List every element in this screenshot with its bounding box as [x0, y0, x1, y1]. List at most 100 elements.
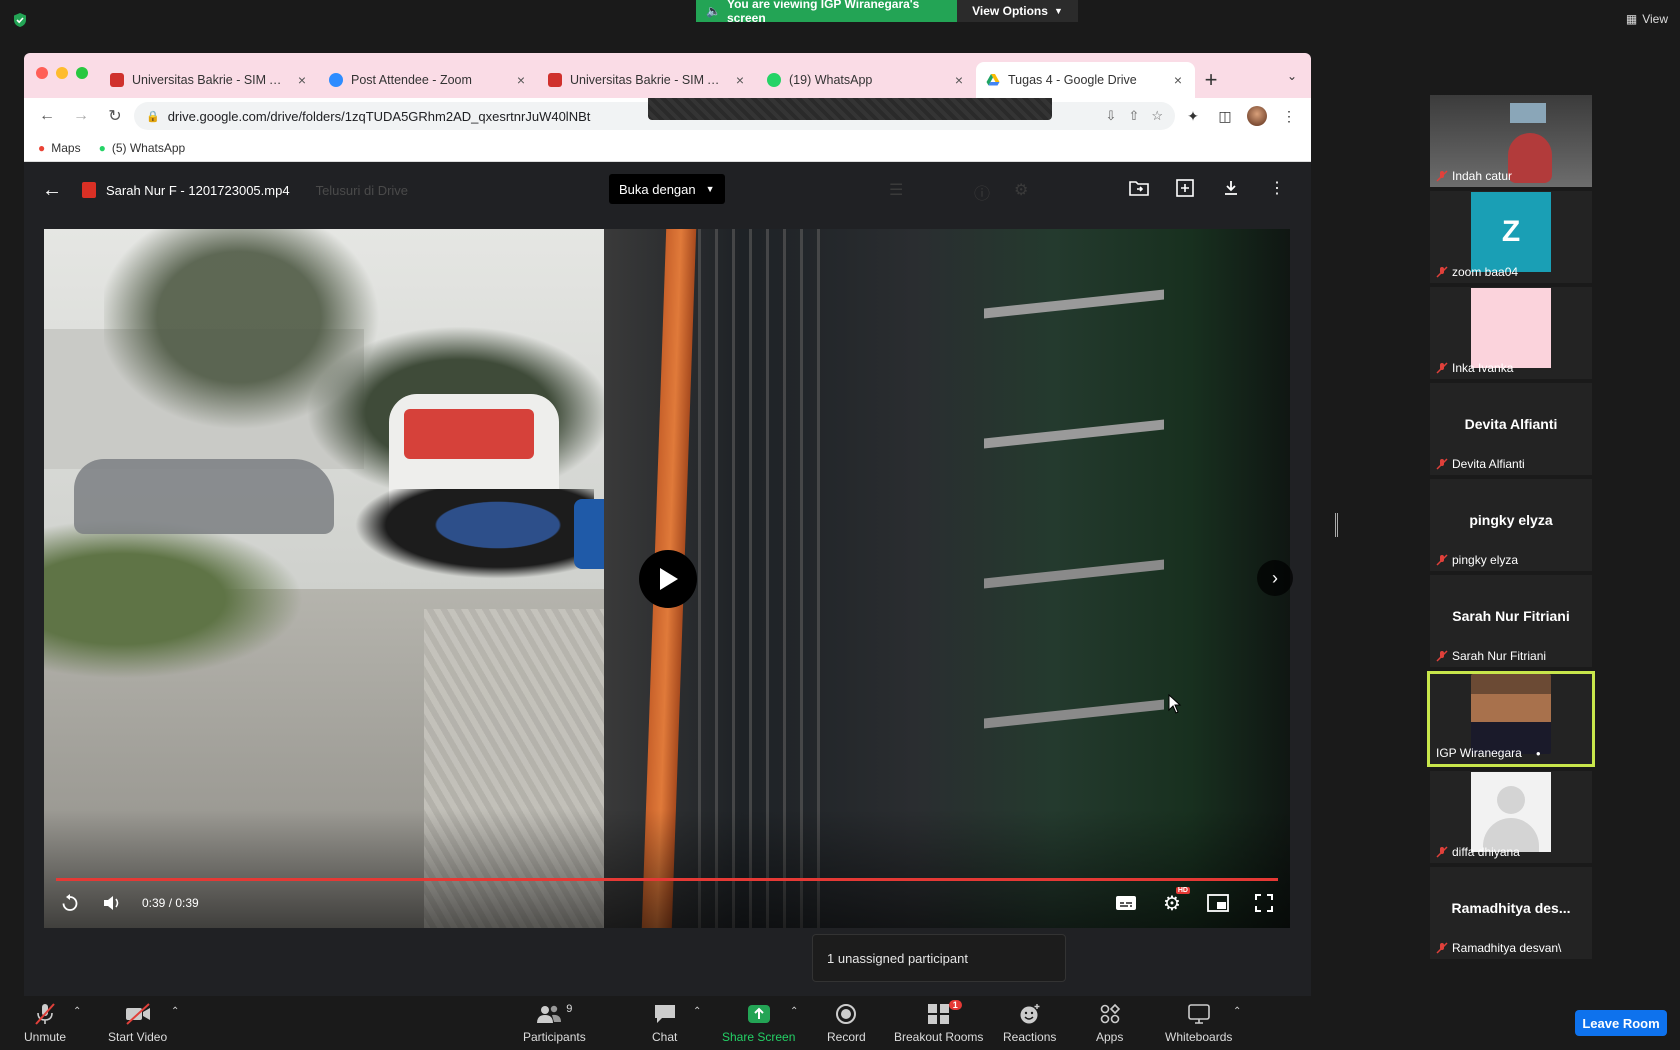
close-tab-icon[interactable]: ×	[295, 72, 309, 88]
browser-tab-active[interactable]: Tugas 4 - Google Drive ×	[976, 62, 1195, 98]
share-screen-button[interactable]: Share Screen	[722, 1002, 795, 1044]
participant-tile[interactable]: Indah catur	[1430, 95, 1592, 187]
leave-room-button[interactable]: Leave Room	[1575, 1010, 1667, 1036]
avatar-letter: Z	[1501, 215, 1521, 248]
panel-resize-handle[interactable]	[1335, 513, 1338, 537]
breakout-rooms-button[interactable]: 1 Breakout Rooms	[894, 1000, 983, 1044]
tab-strip: Universitas Bakrie - SIM Akad × Post Att…	[24, 53, 1311, 98]
speaker-icon: 🔈	[706, 4, 721, 18]
new-tab-button[interactable]: +	[1195, 62, 1227, 98]
participant-name: Inka Ivanka	[1436, 361, 1513, 375]
tab-label: Universitas Bakrie - SIM Akad	[570, 73, 725, 87]
chat-button[interactable]: Chat	[652, 1002, 677, 1044]
participant-tile-active-speaker[interactable]: IGP Wiranegara ●	[1427, 671, 1595, 767]
reactions-button[interactable]: Reactions	[1003, 1002, 1056, 1044]
participant-tile[interactable]: Ramadhitya des... Ramadhitya desvan\	[1430, 867, 1592, 959]
window-controls	[36, 67, 88, 79]
unmute-button[interactable]: Unmute	[24, 1002, 66, 1044]
side-panel-icon[interactable]: ◫	[1211, 102, 1239, 130]
whiteboards-options-caret-icon[interactable]: ⌃	[1233, 1006, 1241, 1017]
screen-share-banner: 🔈 You are viewing IGP Wiranegara's scree…	[696, 0, 1078, 25]
browser-tab[interactable]: (19) WhatsApp ×	[757, 62, 976, 98]
search-drive-ghost: Telusuri di Drive	[315, 182, 409, 198]
add-shortcut-icon[interactable]	[1173, 176, 1197, 200]
volume-icon[interactable]	[100, 891, 124, 915]
menu-kebab-icon[interactable]: ⋮	[1275, 102, 1303, 130]
video-progress-bar[interactable]	[56, 878, 1278, 881]
share-options-caret-icon[interactable]: ⌃	[790, 1006, 798, 1017]
view-button[interactable]: ▦ View	[1626, 12, 1668, 26]
viewing-indicator: 🔈 You are viewing IGP Wiranegara's scree…	[696, 0, 957, 25]
whiteboards-button[interactable]: Whiteboards	[1165, 1002, 1232, 1044]
video-progress-fill	[56, 878, 1278, 881]
close-window-button[interactable]	[36, 67, 48, 79]
mic-muted-icon	[1436, 650, 1448, 662]
participant-photo	[1471, 674, 1551, 754]
shield-icon[interactable]	[12, 12, 28, 28]
quality-settings-icon[interactable]: ⚙ HD	[1160, 887, 1190, 915]
download-icon[interactable]	[1219, 176, 1243, 200]
reload-button[interactable]: ↻	[100, 101, 130, 131]
record-button[interactable]: Record	[827, 1002, 866, 1044]
participant-tile[interactable]: Devita Alfianti Devita Alfianti	[1430, 383, 1592, 475]
fullscreen-icon[interactable]	[1252, 891, 1276, 915]
google-drive-icon	[986, 74, 1000, 86]
audio-options-caret-icon[interactable]: ⌃	[73, 1006, 81, 1017]
participant-tile[interactable]: Inka Ivanka	[1430, 287, 1592, 379]
more-options-icon[interactable]: ⋮	[1265, 176, 1289, 200]
next-file-button[interactable]: ›	[1257, 560, 1293, 596]
maximize-window-button[interactable]	[76, 67, 88, 79]
favicon-icon	[329, 73, 343, 87]
participant-tile[interactable]: Z zoom baa04	[1430, 191, 1592, 283]
participant-name: zoom baa04	[1436, 265, 1518, 279]
play-button[interactable]	[639, 550, 697, 608]
close-tab-icon[interactable]: ×	[733, 72, 747, 88]
bookmark-star-icon[interactable]: ☆	[1151, 108, 1163, 124]
close-tab-icon[interactable]: ×	[514, 72, 528, 88]
breakout-badge: 1	[948, 1000, 962, 1010]
participant-tile[interactable]: Sarah Nur Fitriani Sarah Nur Fitriani	[1430, 575, 1592, 667]
captions-icon[interactable]	[1114, 891, 1138, 915]
install-icon[interactable]: ⇩	[1106, 108, 1117, 124]
browser-tab[interactable]: Universitas Bakrie - SIM Akad ×	[538, 62, 757, 98]
open-with-button[interactable]: Buka dengan ▼	[609, 174, 725, 204]
video-options-caret-icon[interactable]: ⌃	[171, 1006, 179, 1017]
bookmark-whatsapp[interactable]: ● (5) WhatsApp	[99, 141, 186, 155]
unassigned-participant-tooltip[interactable]: 1 unassigned participant	[812, 934, 1066, 982]
share-screen-icon	[747, 1005, 770, 1023]
chat-icon	[654, 1005, 675, 1023]
meeting-controls-bar: Unmute ⌃ Start Video ⌃ 9 Participants Ch…	[0, 998, 1680, 1050]
move-to-folder-icon[interactable]	[1127, 176, 1151, 200]
chat-label: Chat	[652, 1030, 678, 1044]
tab-search-icon[interactable]: ⌄	[1287, 69, 1297, 83]
apps-button[interactable]: Apps	[1096, 1002, 1123, 1044]
profile-avatar[interactable]	[1243, 102, 1271, 130]
picture-in-picture-icon[interactable]	[1206, 891, 1230, 915]
close-tab-icon[interactable]: ×	[952, 72, 966, 88]
extensions-icon[interactable]: ✦	[1179, 102, 1207, 130]
participant-tile[interactable]: diffa dhiyana	[1430, 771, 1592, 863]
smiley-icon	[1020, 1004, 1040, 1024]
close-tab-icon[interactable]: ×	[1171, 72, 1185, 88]
back-arrow-icon[interactable]: ←	[42, 179, 68, 202]
browser-tab[interactable]: Post Attendee - Zoom ×	[319, 62, 538, 98]
play-icon	[660, 568, 678, 590]
participant-tile[interactable]: pingky elyza pingky elyza	[1430, 479, 1592, 571]
replay-icon[interactable]	[58, 891, 82, 915]
caret-down-icon: ▼	[705, 184, 715, 194]
view-options-button[interactable]: View Options ▼	[957, 0, 1078, 22]
forward-button[interactable]: →	[66, 101, 96, 131]
minimize-window-button[interactable]	[56, 67, 68, 79]
share-overlay	[648, 98, 1052, 120]
bookmarks-bar: ● Maps ● (5) WhatsApp	[24, 134, 1311, 162]
back-button[interactable]: ←	[32, 101, 62, 131]
chat-options-caret-icon[interactable]: ⌃	[693, 1006, 701, 1017]
start-video-button[interactable]: Start Video	[108, 1002, 167, 1044]
participants-button[interactable]: 9 Participants	[523, 1002, 586, 1044]
default-avatar-icon	[1471, 772, 1551, 852]
participant-display-name: Ramadhitya des...	[1451, 900, 1571, 916]
share-icon[interactable]: ⇧	[1128, 108, 1139, 124]
browser-tab[interactable]: Universitas Bakrie - SIM Akad ×	[100, 62, 319, 98]
bookmark-maps[interactable]: ● Maps	[38, 141, 81, 155]
participant-name-text: Sarah Nur Fitriani	[1452, 649, 1547, 663]
